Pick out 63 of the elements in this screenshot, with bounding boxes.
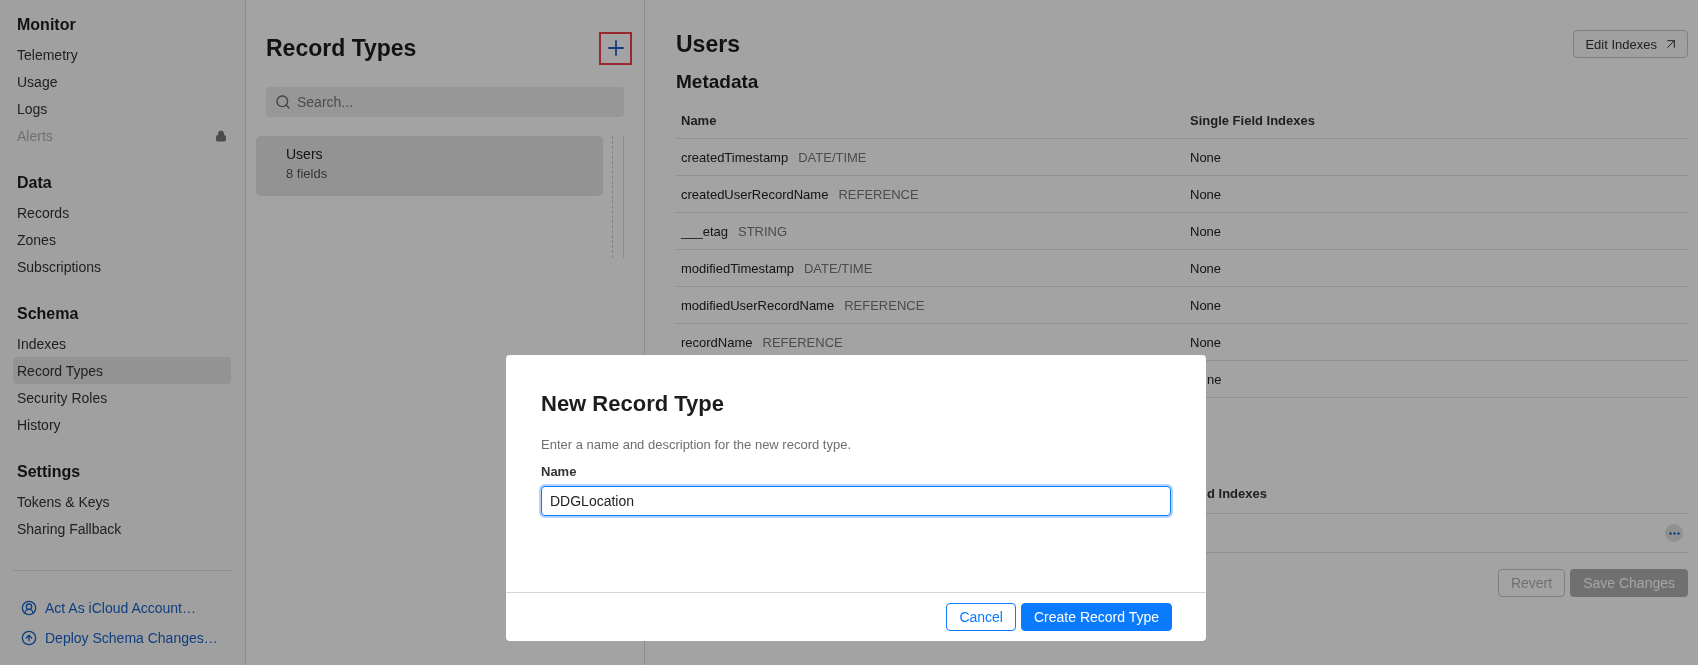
index-cell-text: None bbox=[1190, 149, 1223, 165]
field-type: DATE/TIME bbox=[803, 260, 873, 276]
sidebar-item[interactable]: History bbox=[13, 411, 231, 438]
field-type: REFERENCE bbox=[844, 297, 925, 313]
create-button[interactable]: Create Record Type bbox=[1020, 603, 1172, 631]
index-cell-text: None bbox=[1190, 297, 1223, 313]
field-type: DATE/TIME bbox=[798, 149, 867, 165]
sidebar-link[interactable]: Act As iCloud Account… bbox=[13, 593, 231, 623]
sidebar-item[interactable]: Tokens & Keys bbox=[13, 488, 231, 515]
edit-indexes-button[interactable]: Edit Indexes bbox=[1573, 30, 1688, 58]
field-label: Name bbox=[541, 464, 578, 479]
panel-title: Record Types bbox=[266, 34, 417, 62]
link-label[interactable]: Deploy Schema Changes… bbox=[45, 630, 218, 646]
dialog-title: New Record Type bbox=[541, 391, 725, 417]
sidebar-link[interactable]: Deploy Schema Changes… bbox=[13, 623, 231, 653]
section-title: Metadata bbox=[676, 71, 760, 93]
more-button[interactable] bbox=[1665, 524, 1683, 542]
sidebar-item[interactable]: Telemetry bbox=[13, 41, 231, 68]
sidebar-item[interactable]: Subscriptions bbox=[13, 253, 231, 280]
field-name: createdTimestamp bbox=[681, 149, 789, 165]
ellipsis-icon bbox=[1668, 531, 1680, 535]
field-name: modifiedUserRecordName bbox=[681, 297, 835, 313]
field-type: REFERENCE bbox=[838, 186, 919, 202]
sidebar-item[interactable]: Records bbox=[13, 199, 231, 226]
cancel-button[interactable]: Cancel bbox=[946, 603, 1016, 631]
index-cell-text: None bbox=[1190, 334, 1223, 350]
index-cell-text: None bbox=[1190, 260, 1223, 276]
section-heading: Monitor bbox=[16, 15, 77, 35]
index-cell-text: None bbox=[1190, 223, 1223, 239]
section-heading: Data bbox=[16, 173, 53, 193]
sidebar-item[interactable]: Sharing Fallback bbox=[13, 515, 231, 542]
section-heading: Schema bbox=[16, 304, 80, 324]
section-heading: Settings bbox=[16, 462, 82, 482]
field-count: 8 fields bbox=[286, 166, 329, 181]
field-name: createdUserRecordName bbox=[681, 186, 829, 202]
add-button[interactable] bbox=[599, 31, 632, 65]
lock-icon bbox=[215, 129, 227, 142]
upload-icon bbox=[21, 630, 37, 646]
record-type-name: Users bbox=[286, 146, 324, 162]
index-cell-text: ne bbox=[1206, 371, 1223, 387]
index-cell-text: None bbox=[1190, 186, 1223, 202]
sidebar-item[interactable]: Security Roles bbox=[13, 384, 231, 411]
field-type: STRING bbox=[738, 223, 788, 239]
search-placeholder: Search... bbox=[297, 94, 354, 110]
sidebar-item[interactable]: Record Types bbox=[13, 357, 231, 384]
field-name: recordName bbox=[681, 334, 753, 350]
field-type: REFERENCE bbox=[762, 334, 843, 350]
sidebar-item[interactable]: Indexes bbox=[13, 330, 231, 357]
column-header: Single Field Indexes bbox=[1190, 113, 1316, 128]
column-header: Name bbox=[681, 113, 718, 128]
dialog-description: Enter a name and description for the new record type. bbox=[541, 437, 852, 452]
name-field[interactable]: DDGLocation bbox=[541, 486, 1171, 516]
link-label[interactable]: Act As iCloud Account… bbox=[45, 600, 196, 616]
search-icon bbox=[275, 94, 291, 110]
sidebar-item[interactable]: Logs bbox=[13, 95, 231, 122]
account-icon bbox=[21, 600, 37, 616]
sidebar-item[interactable]: Zones bbox=[13, 226, 231, 253]
field-name: modifiedTimestamp bbox=[681, 260, 794, 276]
record-type-item[interactable]: Users 8 fields bbox=[256, 136, 603, 196]
record-type-title: Users bbox=[676, 30, 740, 58]
field-name: ___etag bbox=[681, 223, 728, 239]
sidebar-item[interactable]: Usage bbox=[13, 68, 231, 95]
column-header: d Indexes bbox=[1207, 486, 1267, 501]
